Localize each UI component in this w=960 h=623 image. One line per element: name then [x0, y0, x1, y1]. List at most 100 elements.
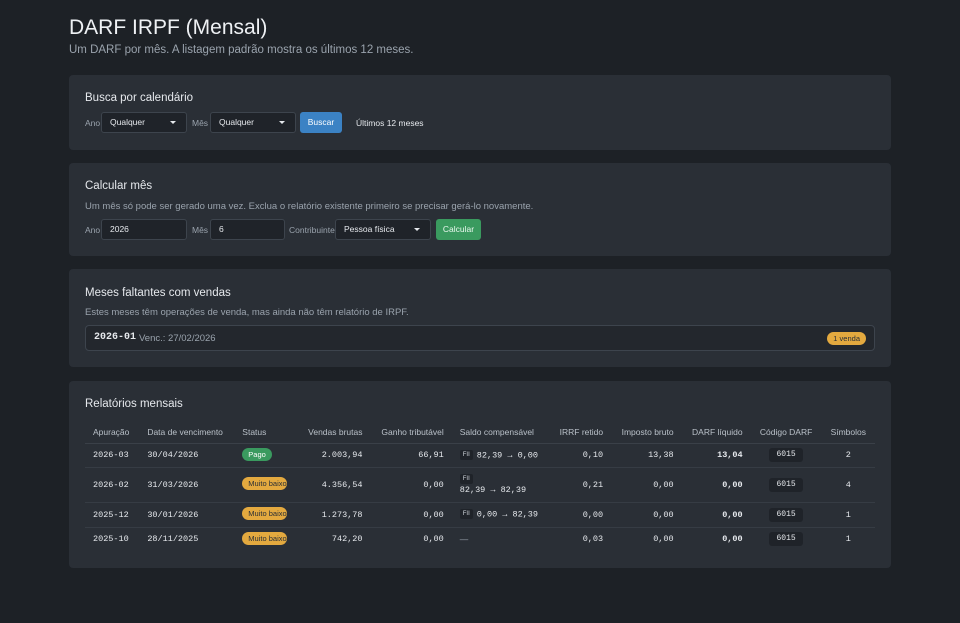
chevron-down-icon: [170, 121, 176, 124]
due-date-cell: 30/04/2026: [139, 443, 235, 468]
chevron-down-icon: [279, 121, 285, 124]
fii-tag: FII: [459, 474, 473, 485]
offset-balance-cell: FII 82,39 → 82,39: [451, 467, 550, 503]
reports-title: Relatórios mensais: [85, 398, 183, 410]
net-darf-cell: 0,00: [681, 502, 751, 528]
page-subtitle: Um DARF por mês. A listagem padrão mostr…: [69, 44, 414, 56]
gross-tax-cell: 0,00: [611, 467, 682, 503]
offset-balance-cell: —: [459, 534, 469, 545]
due-date-cell: 28/11/2025: [147, 534, 199, 545]
gross-sales-cell: 4.356,54: [297, 467, 371, 503]
offset-balance-value: 0,00 → 82,39: [476, 509, 538, 520]
table-header-row: Apuração Data de vencimento Status Venda…: [85, 421, 875, 444]
darf-code-pill: 6015: [769, 448, 803, 462]
gross-sales-cell: 2.003,94: [297, 443, 371, 468]
column-header: Símbolos: [821, 421, 875, 444]
status-badge: Muito baixo: [242, 477, 288, 490]
missing-months-card: Meses faltantes com vendas Estes meses t…: [69, 269, 891, 367]
darf-code-pill: 6015: [769, 477, 803, 492]
table-row[interactable]: 2026-02 31/03/2026 Muito baixo 4.356,54 …: [85, 467, 875, 503]
column-header: IRRF retido: [549, 421, 612, 444]
darf-code-pill: 6015: [769, 532, 803, 547]
calculate-year-label: Ano: [85, 225, 101, 235]
offset-balance-cell: FII 0,00 → 82,39: [451, 502, 550, 528]
status-badge: Muito baixo: [242, 507, 288, 520]
darf-code-cell: 6015: [750, 467, 822, 503]
period-cell: 2025-10: [93, 534, 129, 545]
search-month-select[interactable]: Qualquer: [210, 112, 296, 133]
calculate-taxpayer-value: Pessoa física: [344, 224, 395, 234]
gross-sales-cell: 742,20: [331, 534, 363, 545]
gross-tax-cell: 13,38: [611, 443, 682, 468]
missing-month-due: Venc.: 27/02/2026: [139, 333, 216, 344]
due-date-cell: 30/01/2026: [139, 502, 235, 528]
table-row[interactable]: 2026-03 30/04/2026 Pago 2.003,94 66,91 F…: [85, 443, 875, 468]
search-year-label: Ano: [85, 118, 101, 128]
chevron-down-icon: [414, 228, 420, 231]
column-header: Código DARF: [750, 421, 822, 444]
calculate-card: Calcular mês Um mês só pode ser gerado u…: [69, 163, 891, 256]
offset-balance-value: 82,39 → 82,39: [459, 484, 527, 495]
period-cell: 2025-12: [85, 502, 140, 528]
missing-month-item: 2026-01 Venc.: 27/02/2026 1 venda: [85, 325, 875, 351]
status-cell: Pago: [234, 443, 298, 468]
status-badge: Pago: [242, 447, 272, 461]
irrf-cell: 0,03: [582, 534, 604, 545]
search-year-value: Qualquer: [110, 117, 145, 127]
calculate-taxpayer-label: Contribuinte: [289, 225, 335, 235]
table-row[interactable]: 2025-10 28/11/2025 Muito baixo 742,20 0,…: [85, 527, 875, 551]
irrf-cell: 0,21: [549, 467, 612, 503]
column-header: Apuração: [85, 421, 140, 444]
search-card: Busca por calendário Ano Qualquer Mês Qu…: [69, 75, 891, 150]
net-darf-cell: 0,00: [722, 534, 743, 545]
status-cell: Muito baixo: [234, 502, 298, 528]
period-cell: 2026-03: [85, 443, 140, 468]
column-header: DARF líquido: [681, 421, 751, 444]
darf-code-pill: 6015: [769, 507, 803, 522]
reports-table: Apuração Data de vencimento Status Venda…: [85, 421, 875, 551]
search-button[interactable]: Buscar: [300, 112, 342, 133]
darf-code-cell: 6015: [751, 527, 822, 551]
period-cell: 2026-02: [85, 467, 140, 503]
due-date-cell: 31/03/2026: [139, 467, 235, 503]
column-header: Vendas brutas: [297, 421, 371, 444]
search-month-value: Qualquer: [219, 117, 254, 127]
calculate-title: Calcular mês: [85, 180, 153, 192]
symbols-cell: 2: [821, 443, 875, 468]
taxable-gain-cell: 0,00: [370, 467, 452, 503]
column-header: Imposto bruto: [611, 421, 682, 444]
search-year-select[interactable]: Qualquer: [101, 112, 187, 133]
search-scope-text: Últimos 12 meses: [356, 118, 424, 128]
offset-balance-value: 82,39 → 0,00: [476, 450, 538, 461]
table-row[interactable]: 2025-12 30/01/2026 Muito baixo 1.273,78 …: [85, 502, 875, 528]
calculate-taxpayer-select[interactable]: Pessoa física: [335, 219, 431, 240]
status-badge: Muito baixo: [242, 531, 288, 545]
symbols-cell: 4: [821, 467, 875, 503]
search-month-label: Mês: [192, 118, 209, 128]
taxable-gain-cell: 0,00: [370, 502, 452, 528]
net-darf-cell: 13,04: [681, 443, 751, 468]
reports-card: Relatórios mensais Apuração Data de venc…: [69, 381, 891, 568]
fii-tag: FII: [459, 509, 473, 520]
irrf-cell: 0,00: [549, 502, 612, 528]
irrf-cell: 0,10: [549, 443, 612, 468]
calculate-button[interactable]: Calcular: [436, 219, 481, 240]
offset-balance-cell: FII 82,39 → 0,00: [451, 443, 550, 468]
sales-count-badge: 1 venda: [827, 332, 866, 345]
missing-description: Estes meses têm operações de venda, mas …: [85, 307, 409, 318]
symbols-cell: 1: [821, 502, 875, 528]
column-header: Saldo compensável: [451, 421, 550, 444]
search-title: Busca por calendário: [85, 92, 194, 104]
column-header: Data de vencimento: [139, 421, 235, 444]
darf-code-cell: 6015: [750, 443, 822, 468]
missing-month-period: 2026-01: [94, 332, 137, 343]
calculate-year-input[interactable]: 2026: [101, 219, 187, 240]
darf-code-cell: 6015: [750, 502, 822, 528]
status-cell: Muito baixo: [234, 527, 297, 551]
symbols-cell: 1: [845, 534, 851, 545]
calculate-month-input[interactable]: 6: [210, 219, 285, 240]
fii-tag: FII: [459, 449, 473, 460]
column-header: Ganho tributável: [370, 421, 452, 444]
taxable-gain-cell: 0,00: [423, 534, 444, 545]
gross-tax-cell: 0,00: [611, 502, 682, 528]
